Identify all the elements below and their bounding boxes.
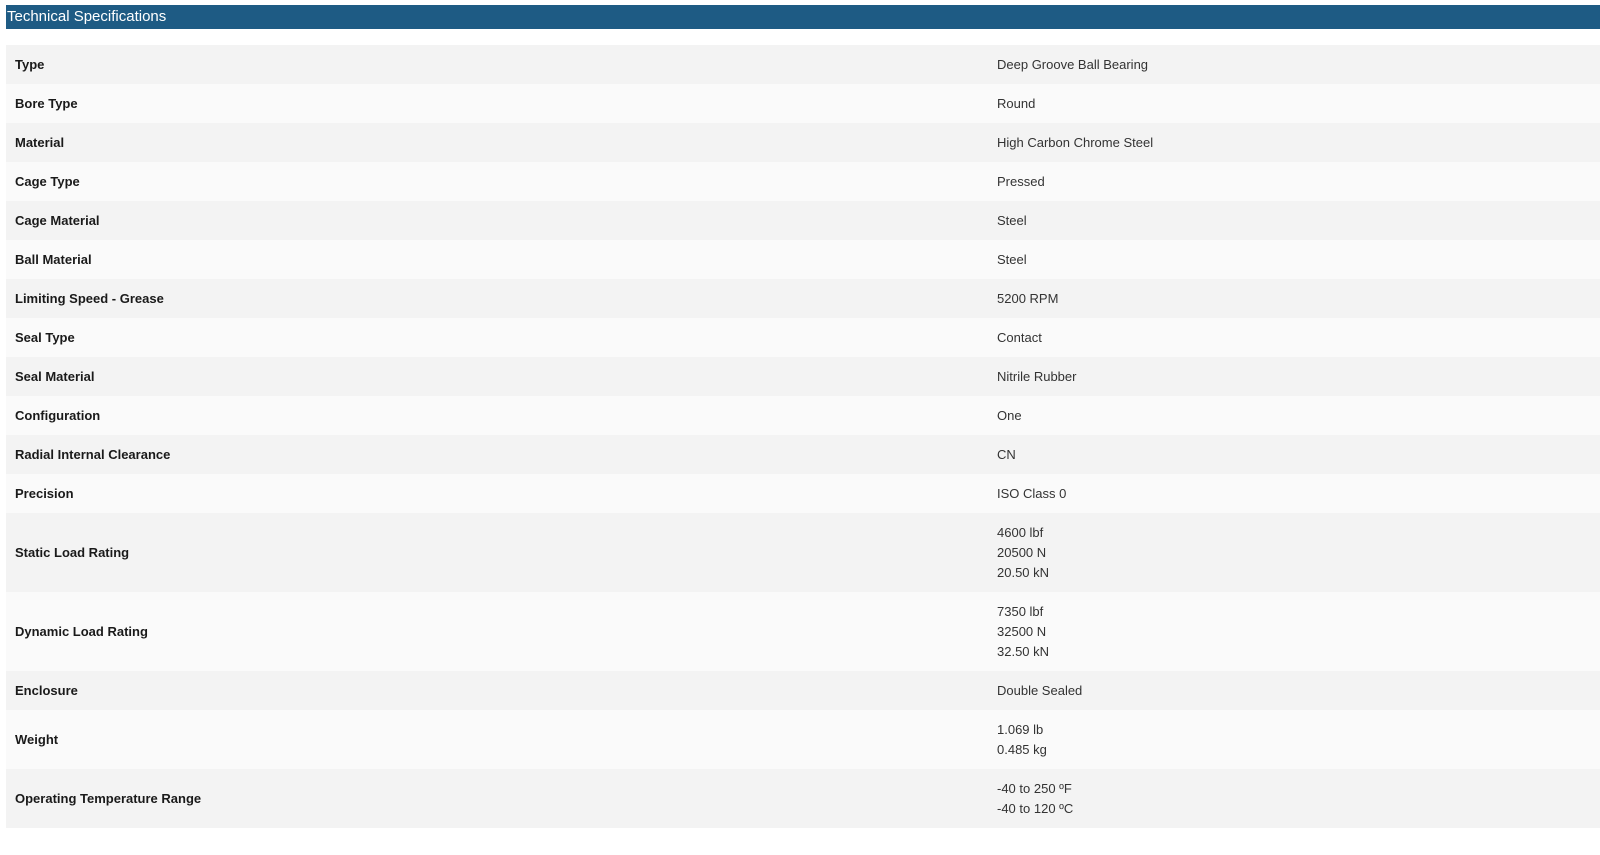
spec-label: Ball Material <box>15 252 92 267</box>
spec-row: Radial Internal Clearance CN <box>6 435 1600 474</box>
spec-value: Round <box>997 84 1600 123</box>
spec-value: 4600 lbf 20500 N 20.50 kN <box>997 513 1600 592</box>
spec-label: Seal Material <box>15 369 95 384</box>
spec-value-line: ISO Class 0 <box>997 485 1067 501</box>
spec-value: 1.069 lb 0.485 kg <box>997 710 1600 769</box>
spec-value-line: 7350 lbf <box>997 603 1044 619</box>
spec-value: 7350 lbf 32500 N 32.50 kN <box>997 592 1600 671</box>
spec-row: Ball Material Steel <box>6 240 1600 279</box>
technical-specifications-panel: Technical Specifications Type Deep Groove… <box>6 5 1600 828</box>
spec-value-line: Steel <box>997 212 1027 228</box>
spec-label: Cage Type <box>15 174 80 189</box>
spec-label: Cage Material <box>15 213 100 228</box>
spec-row: Cage Material Steel <box>6 201 1600 240</box>
spec-label: Seal Type <box>15 330 75 345</box>
spec-value-line: 4600 lbf <box>997 524 1044 540</box>
spec-row: Type Deep Groove Ball Bearing <box>6 45 1600 84</box>
spec-value-line: Deep Groove Ball Bearing <box>997 56 1149 72</box>
spec-row: Enclosure Double Sealed <box>6 671 1600 710</box>
spec-label: Radial Internal Clearance <box>15 447 171 462</box>
spec-label: Enclosure <box>15 683 78 698</box>
spec-row: Configuration One <box>6 396 1600 435</box>
section-header: Technical Specifications <box>6 5 1600 29</box>
spec-value: One <box>997 396 1600 435</box>
spec-row: Cage Type Pressed <box>6 162 1600 201</box>
spec-table-body: Type Deep Groove Ball Bearing Bore Type Rou… <box>6 45 1600 828</box>
spec-row: Material High Carbon Chrome Steel <box>6 123 1600 162</box>
spec-value-line: Contact <box>997 329 1042 345</box>
spec-value: Nitrile Rubber <box>997 357 1600 396</box>
spec-value: CN <box>997 435 1600 474</box>
spec-row: Precision ISO Class 0 <box>6 474 1600 513</box>
spec-value-line: Nitrile Rubber <box>997 368 1077 384</box>
spec-value-line: -40 to 120 ºC <box>997 800 1074 816</box>
spec-label: Dynamic Load Rating <box>15 624 148 639</box>
spec-label: Material <box>15 135 65 150</box>
spec-label: Operating Temperature Range <box>15 791 202 806</box>
spec-label: Configuration <box>15 408 101 423</box>
spec-value-line: High Carbon Chrome Steel <box>997 134 1154 150</box>
spec-label: Static Load Rating <box>15 545 130 560</box>
spec-label: Weight <box>15 732 59 747</box>
spec-label: Bore Type <box>15 96 78 111</box>
spec-row: Operating Temperature Range -40 to 250 ºF… <box>6 769 1600 828</box>
spec-value: Steel <box>997 240 1600 279</box>
spec-value-line: Double Sealed <box>997 682 1083 698</box>
spec-value-line: 0.485 kg <box>997 741 1047 757</box>
spec-value-line: 32500 N <box>997 623 1047 639</box>
spec-row: Dynamic Load Rating 7350 lbf 32500 N 32.50 … <box>6 592 1600 671</box>
spec-value: ISO Class 0 <box>997 474 1600 513</box>
spec-value: High Carbon Chrome Steel <box>997 123 1600 162</box>
spec-row: Seal Material Nitrile Rubber <box>6 357 1600 396</box>
spec-value: Pressed <box>997 162 1600 201</box>
spec-value-line: 32.50 kN <box>997 643 1050 659</box>
spec-value-line: 1.069 lb <box>997 721 1044 737</box>
spec-value-line: Steel <box>997 251 1027 267</box>
spec-value: Contact <box>997 318 1600 357</box>
spec-row: Limiting Speed - Grease 5200 RPM <box>6 279 1600 318</box>
spec-value-line: 5200 RPM <box>997 290 1059 306</box>
spec-row: Weight 1.069 lb 0.485 kg <box>6 710 1600 769</box>
spec-value: Double Sealed <box>997 671 1600 710</box>
spec-row: Static Load Rating 4600 lbf 20500 N 20.50 k… <box>6 513 1600 592</box>
spec-label: Type <box>15 57 45 72</box>
spec-value-line: -40 to 250 ºF <box>997 780 1072 796</box>
spec-value-line: CN <box>997 446 1016 462</box>
spec-label: Precision <box>15 486 74 501</box>
spec-value: Deep Groove Ball Bearing <box>997 45 1600 84</box>
spec-row: Seal Type Contact <box>6 318 1600 357</box>
spec-value: Steel <box>997 201 1600 240</box>
spec-value: -40 to 250 ºF -40 to 120 ºC <box>997 769 1600 828</box>
spec-label: Limiting Speed - Grease <box>15 291 164 306</box>
spec-value-line: 20500 N <box>997 544 1047 560</box>
spec-value: 5200 RPM <box>997 279 1600 318</box>
spec-value-line: 20.50 kN <box>997 564 1050 580</box>
spec-value-line: Round <box>997 95 1036 111</box>
spec-table: Type Deep Groove Ball Bearing Bore Type Rou… <box>6 45 1600 828</box>
spec-value-line: Pressed <box>997 173 1045 189</box>
spec-row: Bore Type Round <box>6 84 1600 123</box>
spec-value-line: One <box>997 407 1022 423</box>
